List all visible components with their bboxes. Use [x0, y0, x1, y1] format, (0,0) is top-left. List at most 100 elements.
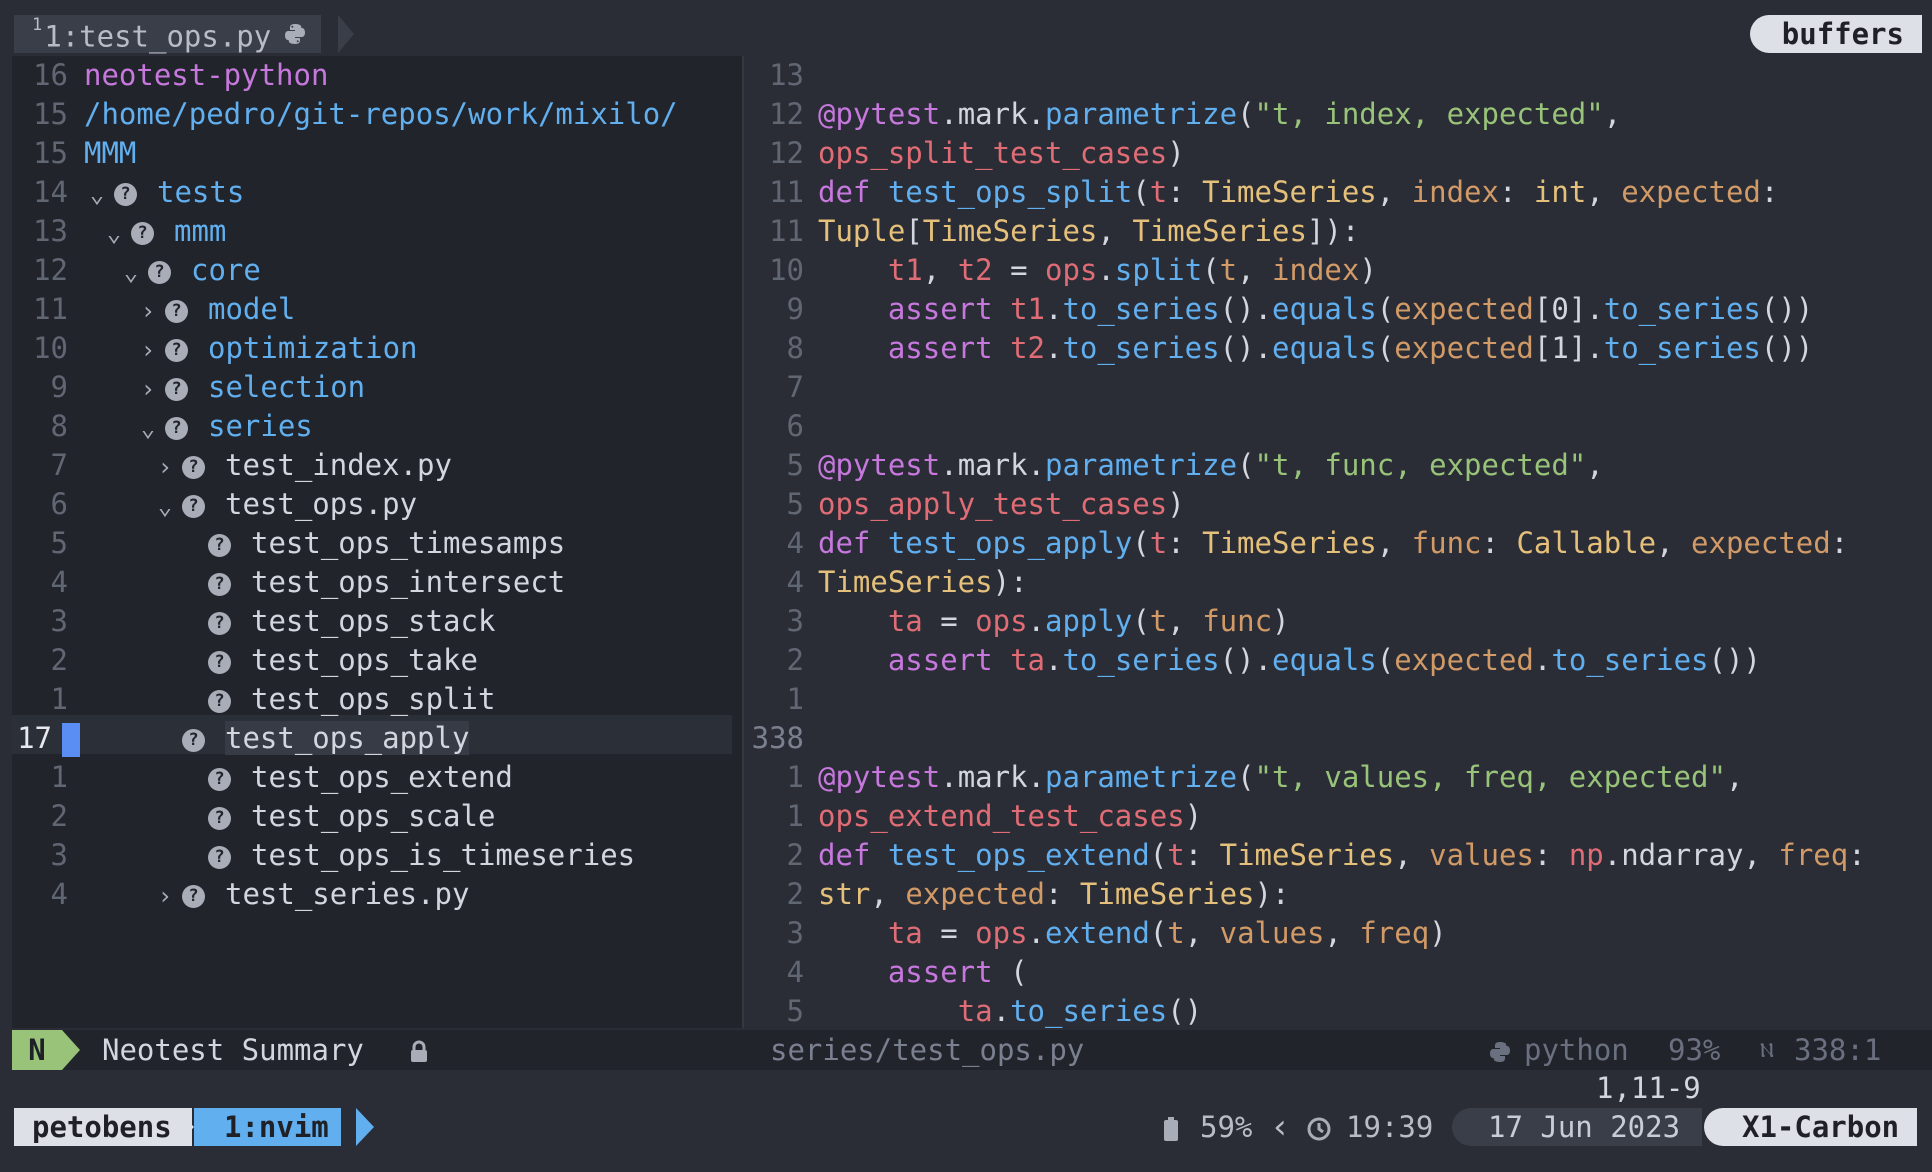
line-number: 12 — [769, 136, 804, 170]
tree-row[interactable]: 1? test_ops_split — [12, 680, 496, 719]
code-line[interactable]: 5 @pytest.mark.parametrize("t, func, expe… — [744, 446, 1604, 485]
chevron-down-icon[interactable]: ⌄ — [103, 214, 125, 253]
tab-test-ops[interactable]: 11:test_ops.py — [14, 15, 322, 54]
line-number: 4 — [50, 565, 68, 599]
code-line[interactable]: 1 @pytest.mark.parametrize("t, values, fr… — [744, 758, 1744, 797]
tree-row[interactable]: 5? test_ops_timesamps — [12, 524, 566, 563]
code-line[interactable]: 338 — [744, 719, 818, 758]
code-token: ( — [1376, 292, 1395, 326]
tree-item-label: series — [208, 409, 313, 443]
test-status-unknown-icon: ? — [165, 338, 188, 362]
code-line[interactable]: 9 assert t1.to_series().equals(expected[… — [744, 290, 1814, 329]
tree-row[interactable]: 3? test_ops_stack — [12, 602, 496, 641]
tree-row[interactable]: 2? test_ops_scale — [12, 797, 496, 836]
chevron-down-icon[interactable]: ⌄ — [154, 487, 176, 526]
tree-row[interactable]: 7 ›? test_index.py — [12, 446, 452, 485]
code-token: ) — [1272, 604, 1290, 638]
code-line[interactable]: 3 ta = ops.extend(t, values, freq) — [744, 914, 1447, 953]
code-token: : — [1830, 526, 1849, 560]
code-token: test_ops_extend — [887, 838, 1150, 872]
code-token: , — [1376, 526, 1412, 560]
code-line[interactable]: 12 @pytest.mark.parametrize("t, index, ex… — [744, 95, 1621, 134]
code-line[interactable]: 4 assert ( — [744, 953, 1028, 992]
chevron-right-icon[interactable]: › — [154, 448, 176, 487]
code-line[interactable]: 5 ops_apply_test_cases) — [744, 485, 1185, 524]
code-line[interactable]: 12 ops_split_test_cases) — [744, 134, 1185, 173]
code-token: assert — [887, 643, 1011, 677]
tree-row[interactable]: 10 ›? optimization — [12, 329, 417, 370]
code-token: ) — [1167, 487, 1185, 521]
code-line[interactable]: 3 ta = ops.apply(t, func) — [744, 602, 1290, 641]
tree-row[interactable]: 9 ›? selection — [12, 368, 366, 409]
code-token: : — [1848, 838, 1866, 872]
tree-row[interactable]: 6 ⌄? test_ops.py — [12, 485, 418, 526]
filetype-python-icon — [1488, 1030, 1512, 1070]
code-line[interactable]: 11 def test_ops_split(t: TimeSeries, inde… — [744, 173, 1778, 212]
code-line[interactable]: 2 str, expected: TimeSeries): — [744, 875, 1290, 914]
code-editor-pane[interactable]: 13 12 @pytest.mark.parametrize("t, index, … — [744, 56, 1932, 1028]
code-token: parametrize — [1045, 448, 1238, 482]
tree-row[interactable]: 17? test_ops_apply — [12, 719, 470, 758]
code-token: @pytest — [818, 760, 941, 794]
chevron-down-icon[interactable]: ⌄ — [86, 175, 108, 214]
code-line[interactable]: 13 — [744, 56, 818, 95]
chevron-down-icon[interactable]: ⌄ — [137, 409, 159, 448]
line-number: 11 — [769, 175, 804, 209]
tree-row[interactable]: 8 ⌄? series — [12, 407, 313, 446]
tree-row[interactable]: 4? test_ops_intersect — [12, 563, 566, 602]
tree-row[interactable]: 15/home/pedro/git-repos/work/mixilo/ — [12, 95, 678, 134]
terminal-screen: 11:test_ops.py buffers 16 neotest-python 1… — [0, 0, 1932, 1172]
command-line[interactable]: 1,11-9 — [0, 1070, 1932, 1106]
code-token: test_ops_split — [887, 175, 1133, 209]
code-line[interactable]: 1 ops_extend_test_cases) — [744, 797, 1203, 836]
code-line[interactable]: 2 def test_ops_extend(t: TimeSeries, valu… — [744, 836, 1866, 875]
tree-row[interactable]: 11 ›? model — [12, 290, 295, 329]
code-token: [ — [905, 214, 923, 248]
code-line[interactable]: 5 ta.to_series() — [744, 992, 1203, 1031]
code-line[interactable]: 4 TimeSeries): — [744, 563, 1028, 602]
code-line[interactable]: 1 — [744, 680, 818, 719]
tree-item-label: core — [191, 253, 261, 287]
tmux-window-tab[interactable]: 1:nvim — [194, 1108, 341, 1146]
tree-row[interactable]: 3? test_ops_is_timeseries — [12, 836, 636, 875]
code-token: parametrize — [1045, 97, 1238, 131]
code-line[interactable]: 4 def test_ops_apply(t: TimeSeries, func:… — [744, 524, 1849, 563]
tree-item-label: test_ops_scale — [251, 799, 496, 833]
line-number: 13 — [33, 214, 68, 248]
tree-row[interactable]: 2? test_ops_take — [12, 641, 478, 680]
code-line[interactable]: 2 assert ta.to_series().equals(expected.… — [744, 641, 1761, 680]
tree-item-label: test_ops_is_timeseries — [251, 838, 636, 872]
code-token: ta — [887, 604, 923, 638]
tmux-session[interactable]: petobens — [14, 1108, 192, 1146]
code-token: to_series — [1603, 331, 1761, 365]
mode-separator — [62, 1030, 80, 1070]
chevron-right-icon[interactable]: › — [137, 370, 159, 409]
code-line[interactable]: 10 t1, t2 = ops.split(t, index) — [744, 251, 1377, 290]
code-token: ()) — [1708, 643, 1761, 677]
tree-row[interactable]: 1? test_ops_extend — [12, 758, 513, 797]
tree-row[interactable]: 15 MMM — [12, 134, 136, 173]
chevron-right-icon[interactable]: › — [137, 331, 159, 370]
code-token: t — [1149, 526, 1168, 560]
test-status-unknown-icon: ? — [114, 182, 137, 206]
code-token: = — [922, 916, 976, 950]
line-number: 16 — [33, 58, 68, 92]
code-token: ta — [957, 994, 993, 1028]
code-token: ( — [1237, 448, 1255, 482]
chevron-down-icon[interactable]: ⌄ — [120, 253, 142, 292]
tree-row[interactable]: 16 neotest-python — [12, 56, 328, 95]
tree-row[interactable]: 13 ⌄? mmm — [12, 212, 226, 251]
code-line[interactable]: 7 — [744, 368, 818, 407]
code-line[interactable]: 8 assert t2.to_series().equals(expected[… — [744, 329, 1814, 368]
tree-row[interactable]: 14 ⌄? tests — [12, 173, 244, 212]
code-line[interactable]: 6 — [744, 407, 818, 446]
code-token: to_series — [1062, 292, 1220, 326]
code-line[interactable]: 11 Tuple[TimeSeries, TimeSeries]): — [744, 212, 1359, 251]
tree-item-label: neotest-python — [84, 58, 329, 92]
tree-row[interactable]: 12 ⌄? core — [12, 251, 261, 290]
neotest-summary-pane[interactable]: 16 neotest-python 15/home/pedro/git-repos/… — [12, 56, 742, 1028]
tree-row[interactable]: 4 ›? test_series.py — [12, 875, 470, 916]
chevron-right-icon[interactable]: › — [137, 292, 159, 331]
chevron-right-icon[interactable]: › — [154, 877, 176, 916]
